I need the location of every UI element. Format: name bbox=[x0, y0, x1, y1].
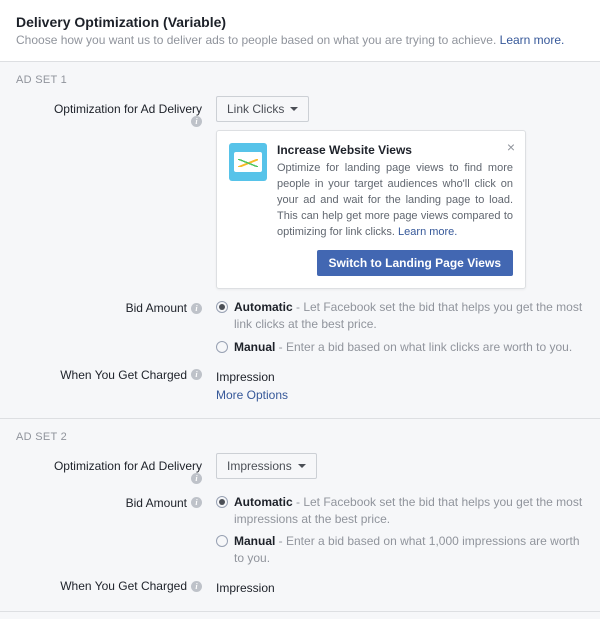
more-options-link[interactable]: More Options bbox=[216, 388, 584, 402]
switch-landing-page-views-button[interactable]: Switch to Landing Page Views bbox=[317, 250, 513, 276]
callout-learn-more[interactable]: Learn more. bbox=[398, 226, 457, 238]
optimization-label: Optimization for Ad Delivery bbox=[54, 459, 202, 473]
bid-automatic-radio[interactable] bbox=[216, 301, 228, 313]
chevron-down-icon bbox=[298, 464, 306, 468]
panel-title: Delivery Optimization (Variable) bbox=[16, 14, 584, 30]
when-charged-label: When You Get Charged i bbox=[60, 368, 202, 382]
info-icon[interactable]: i bbox=[191, 581, 202, 592]
info-icon[interactable]: i bbox=[191, 473, 202, 484]
when-charged-label: When You Get Charged i bbox=[60, 579, 202, 593]
info-icon[interactable]: i bbox=[191, 116, 202, 127]
bid-automatic-text: Automatic - Let Facebook set the bid tha… bbox=[234, 299, 584, 333]
optimization-label: Optimization for Ad Delivery bbox=[54, 102, 202, 116]
callout-desc: Optimize for landing page views to find … bbox=[277, 161, 513, 241]
bid-amount-label: Bid Amount i bbox=[126, 496, 202, 510]
optimization-dropdown[interactable]: Link Clicks bbox=[216, 96, 309, 122]
info-icon[interactable]: i bbox=[191, 303, 202, 314]
adset-2-title: AD SET 2 bbox=[16, 431, 584, 443]
bid-manual-text: Manual - Enter a bid based on what link … bbox=[234, 339, 572, 356]
adset-1: AD SET 1 Optimization for Ad Delivery i … bbox=[0, 62, 600, 419]
charged-value: Impression bbox=[216, 579, 584, 595]
adset-2: AD SET 2 Optimization for Ad Delivery i … bbox=[0, 419, 600, 612]
info-icon[interactable]: i bbox=[191, 369, 202, 380]
chevron-down-icon bbox=[290, 107, 298, 111]
bid-manual-text: Manual - Enter a bid based on what 1,000… bbox=[234, 533, 584, 567]
panel-subtitle: Choose how you want us to deliver ads to… bbox=[16, 32, 584, 49]
bid-automatic-radio[interactable] bbox=[216, 496, 228, 508]
adset-1-title: AD SET 1 bbox=[16, 74, 584, 86]
info-icon[interactable]: i bbox=[191, 497, 202, 508]
bid-manual-radio[interactable] bbox=[216, 341, 228, 353]
learn-more-link[interactable]: Learn more. bbox=[500, 33, 565, 47]
bid-automatic-text: Automatic - Let Facebook set the bid tha… bbox=[234, 494, 584, 528]
charged-value: Impression bbox=[216, 368, 584, 384]
close-icon[interactable]: × bbox=[507, 139, 515, 155]
callout-increase-views: × Increase Website Views Optimize for la… bbox=[216, 130, 526, 290]
chart-icon bbox=[229, 143, 267, 181]
callout-title: Increase Website Views bbox=[277, 143, 513, 157]
bid-amount-label: Bid Amount i bbox=[126, 301, 202, 315]
optimization-dropdown[interactable]: Impressions bbox=[216, 453, 317, 479]
panel-header: Delivery Optimization (Variable) Choose … bbox=[0, 0, 600, 62]
bid-manual-radio[interactable] bbox=[216, 535, 228, 547]
